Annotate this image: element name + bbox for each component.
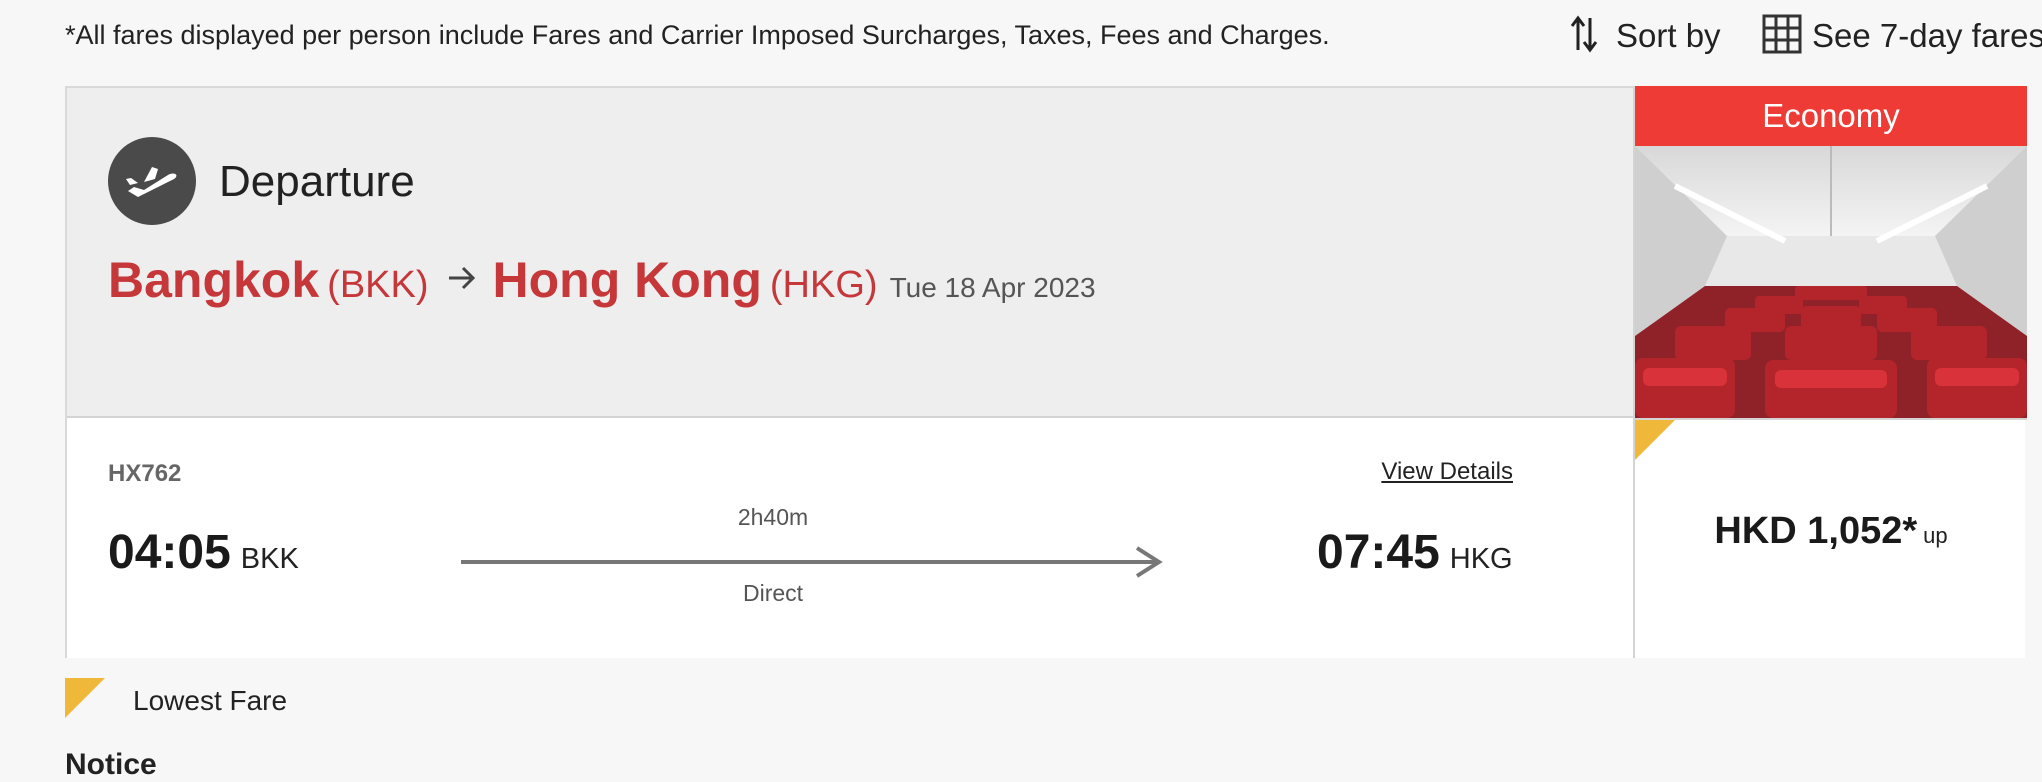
flight-number: HX762 (108, 460, 182, 487)
view-details-link[interactable]: View Details (1381, 458, 1513, 486)
travel-date: Tue 18 Apr 2023 (889, 272, 1096, 303)
sort-button[interactable]: Sort by (1570, 14, 1721, 58)
arrival-time: 07:45 (1317, 526, 1440, 579)
plane-takeoff-icon (108, 137, 196, 225)
destination-code: (HKG) (769, 264, 878, 306)
fare-amount: HKD 1,052* (1714, 510, 1918, 552)
cabin-class-header: Economy (1635, 86, 2027, 146)
lowest-fare-flag-icon (65, 678, 105, 723)
flight-details: HX762 View Details 04:05 BKK 2h40m Direc… (67, 420, 1633, 658)
arrow-right-icon (447, 265, 477, 296)
fares-toolbar: *All fares displayed per person include … (0, 0, 2042, 74)
fare-suffix: up (1923, 523, 1948, 548)
sort-label: Sort by (1616, 17, 1721, 54)
sort-arrows-icon (1570, 14, 1598, 59)
journey-header: Departure Bangkok (BKK) Hong Kong (HKG) … (67, 88, 1633, 418)
notice-heading: Notice (65, 748, 157, 781)
flight-result-card: Departure Bangkok (BKK) Hong Kong (HKG) … (65, 86, 2027, 658)
origin-code: (BKK) (327, 264, 429, 306)
fare-price: HKD 1,052* up (1635, 510, 2027, 553)
see-7-day-fares-label: See 7-day fares (1812, 17, 2042, 54)
route: Bangkok (BKK) Hong Kong (HKG) Tue 18 Apr… (108, 251, 1096, 309)
departure-time-block: 04:05 BKK (108, 525, 299, 580)
fare-legend: Lowest Fare (65, 678, 287, 723)
arrival-time-block: 07:45 HKG (1317, 525, 1513, 580)
flight-duration: 2h40m (737, 504, 809, 530)
see-7-day-fares-button[interactable]: See 7-day fares (1762, 14, 2042, 58)
fare-price-cell[interactable]: HKD 1,052* up (1635, 418, 2027, 658)
fare-column-economy: Economy HKD 1,052* up (1633, 86, 2027, 658)
journey-direction-label: Departure (219, 157, 415, 206)
lowest-fare-legend-label: Lowest Fare (133, 684, 288, 716)
destination-city: Hong Kong (492, 252, 762, 308)
economy-cabin-image (1635, 146, 2027, 418)
departure-time: 04:05 (108, 526, 231, 579)
calendar-grid-icon (1762, 14, 1802, 59)
lowest-fare-flag-icon (1635, 420, 1675, 465)
arrival-airport-code: HKG (1449, 543, 1513, 575)
origin-city: Bangkok (108, 252, 320, 308)
fare-disclaimer: *All fares displayed per person include … (65, 20, 1330, 50)
flight-stops: Direct (742, 580, 804, 606)
departure-airport-code: BKK (240, 543, 299, 575)
